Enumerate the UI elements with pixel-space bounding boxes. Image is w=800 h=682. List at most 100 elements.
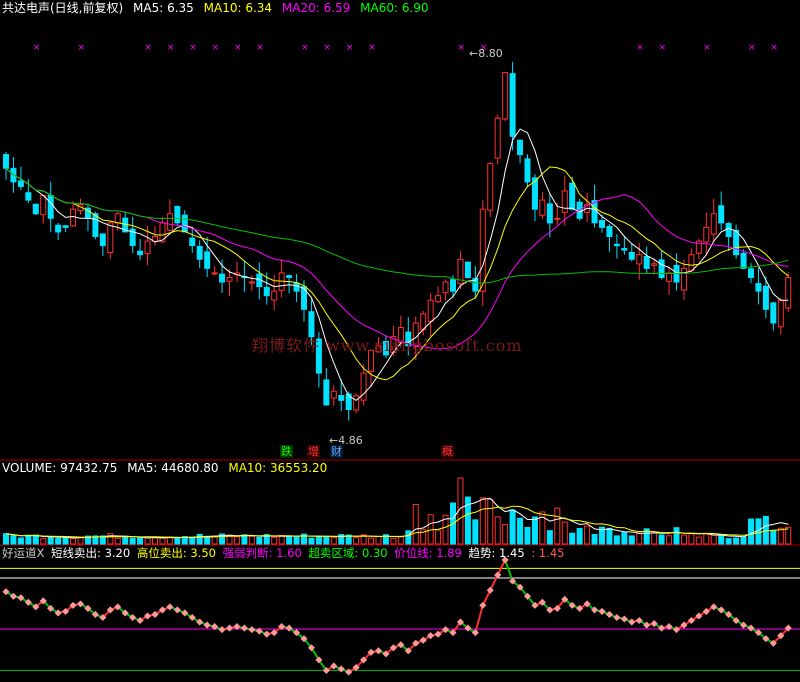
candle-body [293,282,300,292]
volume-bar [710,534,717,545]
candle-body [196,246,203,260]
candle-body [666,272,673,282]
volume-bar [3,533,9,545]
candle-body [226,276,233,282]
trend-dot [218,626,226,634]
volume-bar [770,530,777,545]
candle-body [137,250,144,256]
candle-body [718,205,725,224]
candle-body [591,200,598,224]
short-sell-label: 短线卖出: 3.20 [51,546,131,560]
trend-label: 趋势: 1.45 [468,546,525,560]
trend-dot [620,615,628,623]
stock-title: 共达电声(日线,前复权) [2,1,124,15]
volume-bar [524,526,531,545]
volume-bar [785,526,792,545]
volume-bar [278,534,285,545]
tag-gai: 概 [441,445,454,458]
candle-body [70,208,77,227]
low-price-label: ←4.86 [329,434,363,447]
volume-bar [405,530,412,545]
candle-body [628,251,635,260]
candle-body [271,290,278,301]
candle-body [487,163,494,211]
volume-bar [323,536,330,545]
candle-body [166,213,173,231]
sell-marker: × [212,43,220,53]
volume-bar [666,535,673,545]
volume-bar [144,537,151,545]
indicator-panel-header: 好运道X 短线卖出: 3.20 高位卖出: 3.50 强弱判断: 1.60 超卖… [2,546,570,560]
volume-bar [248,535,255,545]
volume-bar [777,527,784,545]
volume-bar [658,534,665,545]
trend-dot [605,610,613,618]
volume-bar [17,537,24,545]
trend-dot [225,624,234,632]
candle-body [189,237,196,247]
volume-ma10-line [5,505,789,539]
volume-bar [472,519,479,545]
candle-body [651,263,658,266]
sell-marker: × [346,43,354,53]
candle-body [17,180,24,187]
ma60-label: MA60: 6.90 [360,1,429,15]
volume-bar [32,534,39,545]
volume-bar [517,517,524,545]
volume-bar [62,536,69,545]
ma5-label: MA5: 6.35 [133,1,194,15]
candle-body [710,213,717,235]
candle-body [144,240,151,255]
candle-body [330,390,337,399]
candle-body [517,139,524,156]
volume-bar [412,503,419,545]
volume-bar [70,537,77,545]
volume-bar [703,533,710,545]
volume-bar [233,536,240,545]
volume-bar [196,533,203,545]
candle-body [107,222,114,254]
candle-body [680,267,687,291]
ma10-label: MA10: 6.34 [203,1,273,15]
candle-body [62,225,69,228]
candle-body [613,243,620,247]
volume-bar [502,524,509,545]
sell-marker: × [368,43,376,53]
volume-bar [189,536,196,545]
volume-panel-header: VOLUME: 97432.75 MA5: 44680.80 MA10: 365… [2,461,333,475]
trend-dot [263,630,271,638]
candle-body [561,190,568,213]
candle-body [770,302,777,324]
volume-bar [479,497,486,545]
sell-marker: × [33,43,41,53]
candle-body [554,217,561,220]
volume-bar [591,533,598,545]
volume-bar [256,536,263,545]
candle-body [286,275,293,278]
trend-dot [248,626,256,634]
volume-bar [397,536,404,545]
oversold-label: 超卖区域: 0.30 [308,546,388,560]
sell-marker: × [748,43,756,53]
volume-bar [576,528,583,545]
high-sell-label: 高位卖出: 3.50 [136,546,216,560]
volume-bar [695,536,702,545]
candle-body [502,72,509,120]
volume-bar [606,527,613,545]
volume-bar [621,532,628,545]
candle-body [3,154,9,169]
price-panel-header: 共达电声(日线,前复权) MA5: 6.35 MA10: 6.34 MA20: … [2,1,435,15]
sell-marker: × [78,43,86,53]
candle-body [509,73,516,137]
volume-bar [122,536,129,545]
candle-body [621,247,628,251]
volume-bar [546,530,553,545]
candle-body [494,117,501,159]
sell-marker: × [636,43,644,53]
trend-dot [613,613,621,622]
candle-body [569,182,576,210]
candle-body [174,206,181,224]
sell-marker: × [256,43,264,53]
candle-body [688,254,695,272]
candle-body [353,395,360,411]
